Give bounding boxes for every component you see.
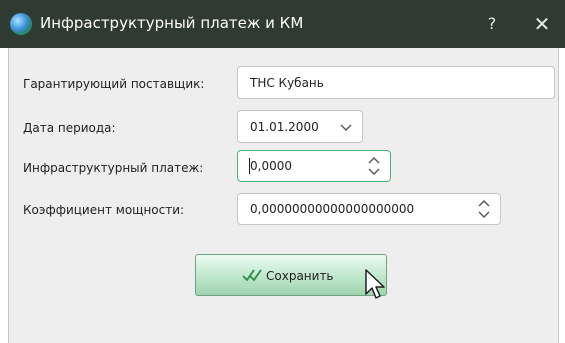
spin-up-down-icon[interactable] bbox=[368, 156, 380, 176]
date-select[interactable]: 01.01.2000 bbox=[237, 110, 363, 143]
payment-spinbox[interactable]: 0,0000 bbox=[237, 150, 391, 182]
close-button[interactable]: ✕ bbox=[528, 12, 556, 36]
globe-icon bbox=[10, 13, 32, 35]
coef-value: 0,00000000000000000000 bbox=[250, 202, 415, 216]
coef-spinbox[interactable]: 0,00000000000000000000 bbox=[237, 193, 501, 225]
title-bar[interactable]: Инфраструктурный платеж и КМ ? ✕ bbox=[0, 0, 565, 48]
dialog-window: Инфраструктурный платеж и КМ ? ✕ Гаранти… bbox=[0, 0, 565, 343]
help-button[interactable]: ? bbox=[480, 12, 504, 36]
coef-label: Коэффициент мощности: bbox=[23, 203, 185, 217]
supplier-field[interactable]: ТНС Кубань bbox=[237, 66, 555, 99]
supplier-label: Гарантирующий поставщик: bbox=[23, 77, 205, 91]
spin-up-down-icon[interactable] bbox=[478, 199, 490, 219]
mouse-pointer-icon bbox=[365, 269, 385, 299]
date-label: Дата периода: bbox=[23, 121, 116, 135]
payment-value: 0,0000 bbox=[250, 159, 292, 173]
window-title: Инфраструктурный платеж и КМ bbox=[40, 14, 304, 32]
save-button-label: Сохранить bbox=[266, 269, 334, 283]
double-check-icon bbox=[242, 269, 262, 282]
dialog-body: Гарантирующий поставщик: ТНС Кубань Дата… bbox=[8, 48, 559, 343]
save-button[interactable]: Сохранить bbox=[195, 254, 387, 296]
chevron-down-icon[interactable] bbox=[340, 122, 352, 132]
payment-label: Инфраструктурный платеж: bbox=[23, 161, 204, 175]
date-value: 01.01.2000 bbox=[250, 119, 319, 134]
supplier-value: ТНС Кубань bbox=[250, 75, 324, 90]
